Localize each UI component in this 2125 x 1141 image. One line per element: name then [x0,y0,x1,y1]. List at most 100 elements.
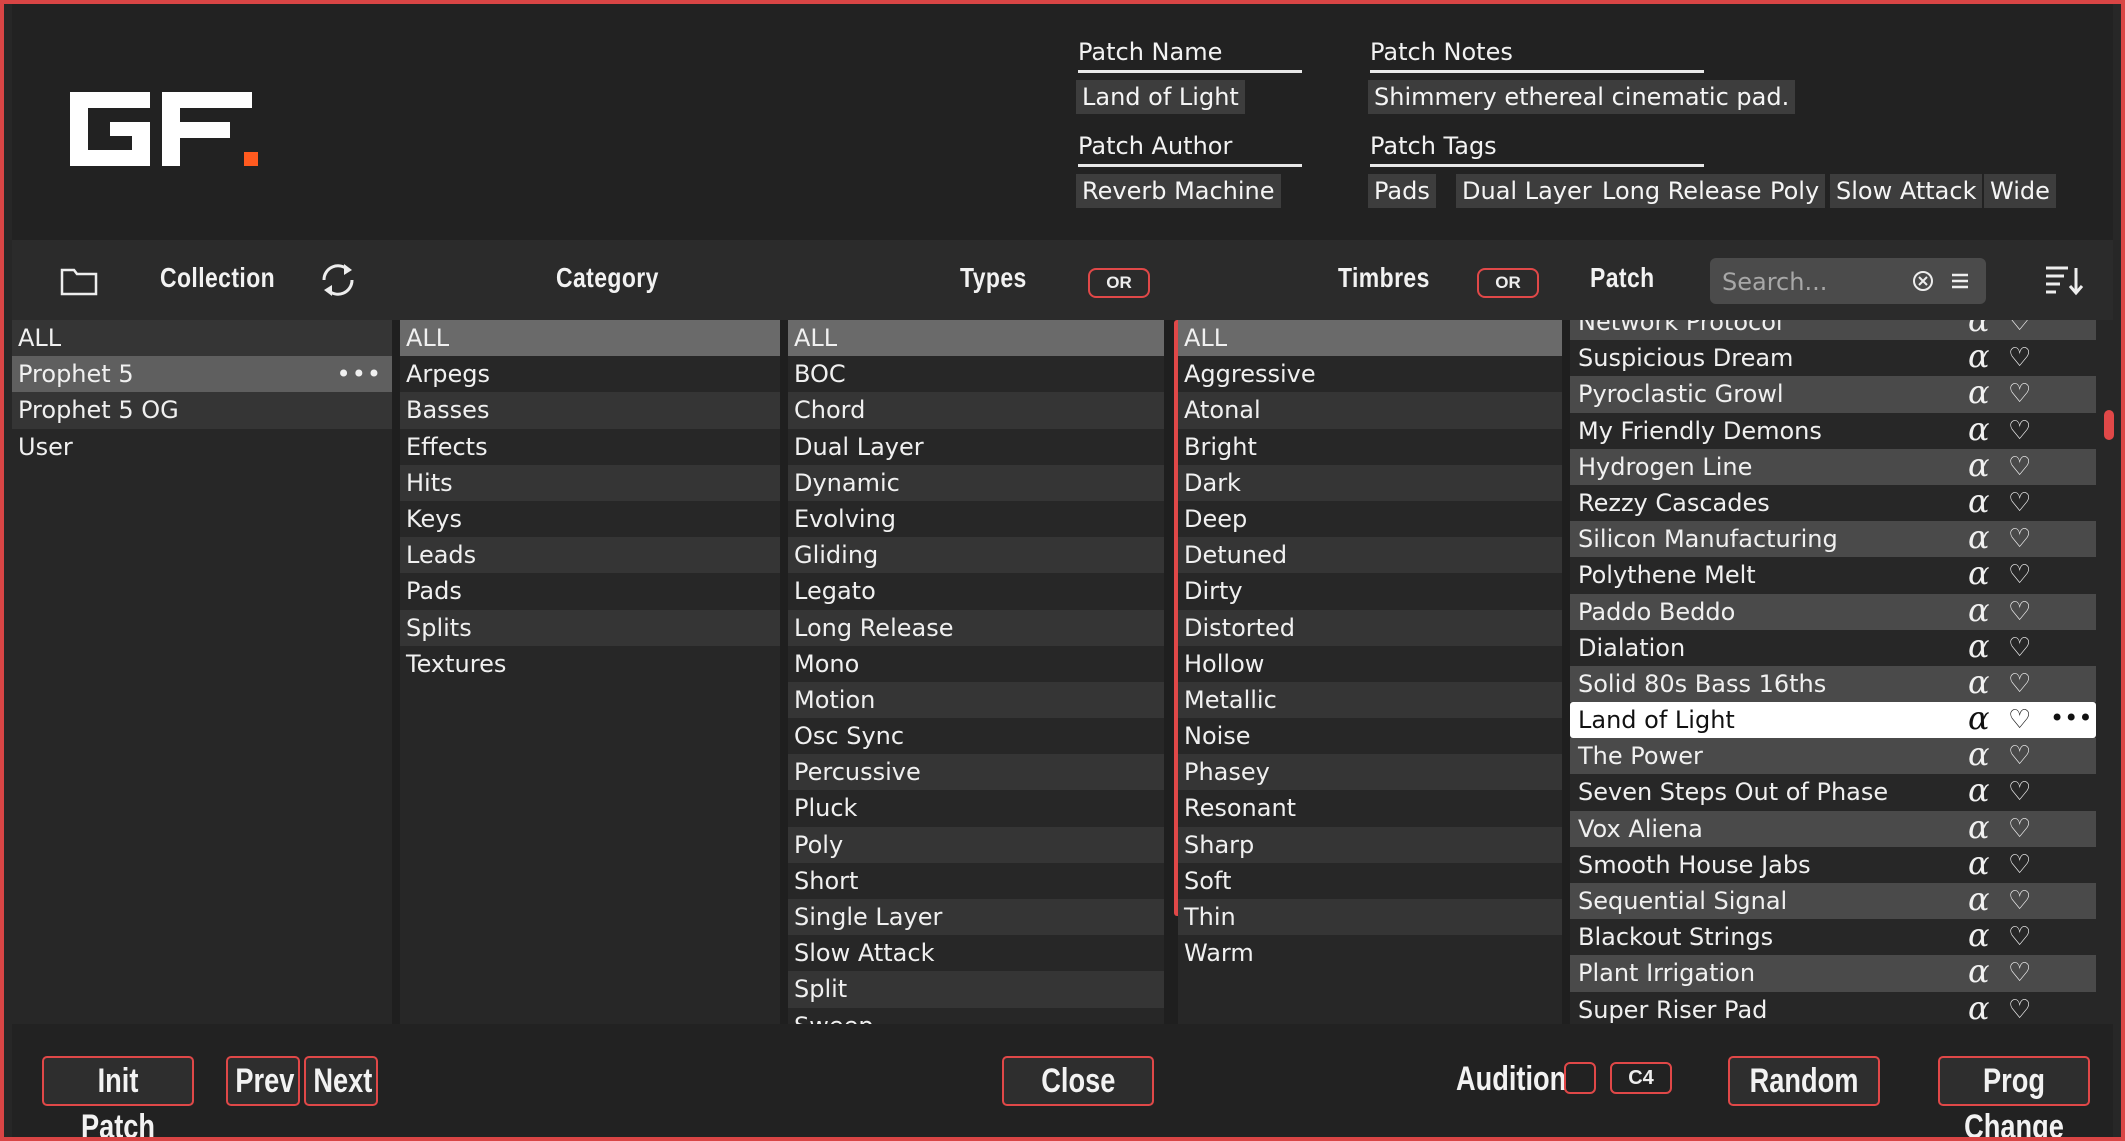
type-item[interactable]: Sweep [788,1008,1164,1024]
patch-row[interactable]: Pyroclastic Growl α ♡ [1570,374,2096,413]
audition-note-selector[interactable]: C4 [1610,1062,1672,1094]
alpha-icon[interactable]: α [1968,411,1990,447]
timbre-item[interactable]: ALL [1178,320,1562,357]
sort-icon[interactable] [2044,264,2084,298]
heart-icon[interactable]: ♡ [2008,630,2031,666]
category-item[interactable]: Hits [400,464,780,501]
category-item[interactable]: Leads [400,537,780,574]
more-icon[interactable]: ••• [2050,700,2092,736]
next-button[interactable]: Next [304,1056,378,1106]
patch-row[interactable]: Solid 80s Bass 16ths α ♡ [1570,664,2096,703]
heart-icon[interactable]: ♡ [2008,557,2031,593]
type-item[interactable]: Long Release [788,609,1164,646]
alpha-icon[interactable]: α [1968,736,1990,772]
heart-icon[interactable]: ♡ [2008,992,2031,1024]
timbres-or-toggle[interactable]: OR [1477,268,1539,298]
heart-icon[interactable]: ♡ [2008,774,2031,810]
collection-item[interactable]: User [12,429,392,465]
alpha-icon[interactable]: α [1968,881,1990,917]
patch-tag[interactable]: Slow Attack [1830,174,1983,208]
folder-icon[interactable] [60,266,98,296]
refresh-icon[interactable] [318,262,358,298]
timbre-item[interactable]: Hollow [1178,646,1562,682]
patch-row[interactable]: Network Protocol α ♡ [1570,320,2096,341]
patch-list-scrollbar[interactable] [2104,410,2114,440]
category-item[interactable]: Arpegs [400,356,780,392]
patch-row[interactable]: My Friendly Demons α ♡ [1570,411,2096,449]
heart-icon[interactable]: ♡ [2008,376,2031,412]
timbre-item[interactable]: Soft [1178,863,1562,899]
alpha-icon[interactable]: α [1968,592,1990,628]
heart-icon[interactable]: ♡ [2008,883,2031,919]
category-item[interactable]: Splits [400,609,780,646]
type-item[interactable]: BOC [788,356,1164,392]
patch-row[interactable]: Rezzy Cascades α ♡ [1570,483,2096,521]
category-item[interactable]: Effects [400,429,780,465]
alpha-icon[interactable]: α [1968,990,1990,1024]
alpha-icon[interactable]: α [1968,320,1990,338]
types-or-toggle[interactable]: OR [1088,268,1150,298]
alpha-icon[interactable]: α [1968,700,1990,736]
category-item[interactable]: Keys [400,501,780,537]
patch-row[interactable]: Suspicious Dream α ♡ [1570,338,2096,376]
timbre-item[interactable]: Bright [1178,429,1562,465]
alpha-icon[interactable]: α [1968,555,1990,591]
type-item[interactable]: Mono [788,646,1164,682]
init-patch-button[interactable]: Init Patch [42,1056,194,1137]
type-item[interactable]: Evolving [788,501,1164,537]
patch-tag[interactable]: Pads [1368,174,1436,208]
alpha-icon[interactable]: α [1968,628,1990,664]
timbre-item[interactable]: Dark [1178,464,1562,501]
patch-tag[interactable]: Wide [1984,174,2056,208]
heart-icon[interactable]: ♡ [2008,702,2031,738]
timbre-item[interactable]: Atonal [1178,392,1562,429]
patch-row[interactable]: Dialation α ♡ [1570,628,2096,666]
patch-row[interactable]: Paddo Beddo α ♡ [1570,592,2096,630]
alpha-icon[interactable]: α [1968,772,1990,808]
alpha-icon[interactable]: α [1968,483,1990,519]
type-item[interactable]: Gliding [788,537,1164,574]
patch-row[interactable]: Plant Irrigation α ♡ [1570,953,2096,992]
heart-icon[interactable]: ♡ [2008,340,2031,376]
type-item[interactable]: Short [788,863,1164,899]
patch-row[interactable]: Polythene Melt α ♡ [1570,555,2096,593]
alpha-icon[interactable]: α [1968,809,1990,845]
patch-row[interactable]: Silicon Manufacturing α ♡ [1570,519,2096,558]
alpha-icon[interactable]: α [1968,519,1990,555]
heart-icon[interactable]: ♡ [2008,521,2031,557]
heart-icon[interactable]: ♡ [2008,811,2031,847]
heart-icon[interactable]: ♡ [2008,320,2031,340]
timbre-item[interactable]: Noise [1178,718,1562,754]
type-item[interactable]: Chord [788,392,1164,429]
type-item[interactable]: Slow Attack [788,935,1164,971]
patch-row-selected[interactable]: Land of Light α ♡ ••• [1570,700,2096,739]
type-item[interactable]: Poly [788,826,1164,863]
timbre-item[interactable]: Aggressive [1178,356,1562,392]
more-icon[interactable]: ••• [337,356,382,392]
patch-row[interactable]: Seven Steps Out of Phase α ♡ [1570,772,2096,810]
heart-icon[interactable]: ♡ [2008,666,2031,702]
timbre-item[interactable]: Resonant [1178,790,1562,826]
alpha-icon[interactable]: α [1968,917,1990,953]
type-item[interactable]: ALL [788,320,1164,357]
patch-row[interactable]: Vox Aliena α ♡ [1570,809,2096,847]
type-item[interactable]: Split [788,971,1164,1008]
audition-checkbox[interactable] [1564,1062,1596,1094]
type-item[interactable]: Pluck [788,790,1164,826]
timbre-item[interactable]: Deep [1178,501,1562,537]
patch-row[interactable]: Super Riser Pad α ♡ [1570,990,2096,1024]
patch-author-value[interactable]: Reverb Machine [1076,174,1281,208]
alpha-icon[interactable]: α [1968,338,1990,374]
heart-icon[interactable]: ♡ [2008,449,2031,485]
heart-icon[interactable]: ♡ [2008,413,2031,449]
category-item[interactable]: ALL [400,320,780,357]
timbre-item[interactable]: Distorted [1178,609,1562,646]
random-button[interactable]: Random [1728,1056,1880,1106]
timbre-item[interactable]: Sharp [1178,826,1562,863]
alpha-icon[interactable]: α [1968,845,1990,881]
patch-name-value[interactable]: Land of Light [1076,80,1245,114]
type-item[interactable]: Dynamic [788,464,1164,501]
category-item[interactable]: Pads [400,573,780,609]
type-item[interactable]: Percussive [788,754,1164,791]
alpha-icon[interactable]: α [1968,953,1990,989]
